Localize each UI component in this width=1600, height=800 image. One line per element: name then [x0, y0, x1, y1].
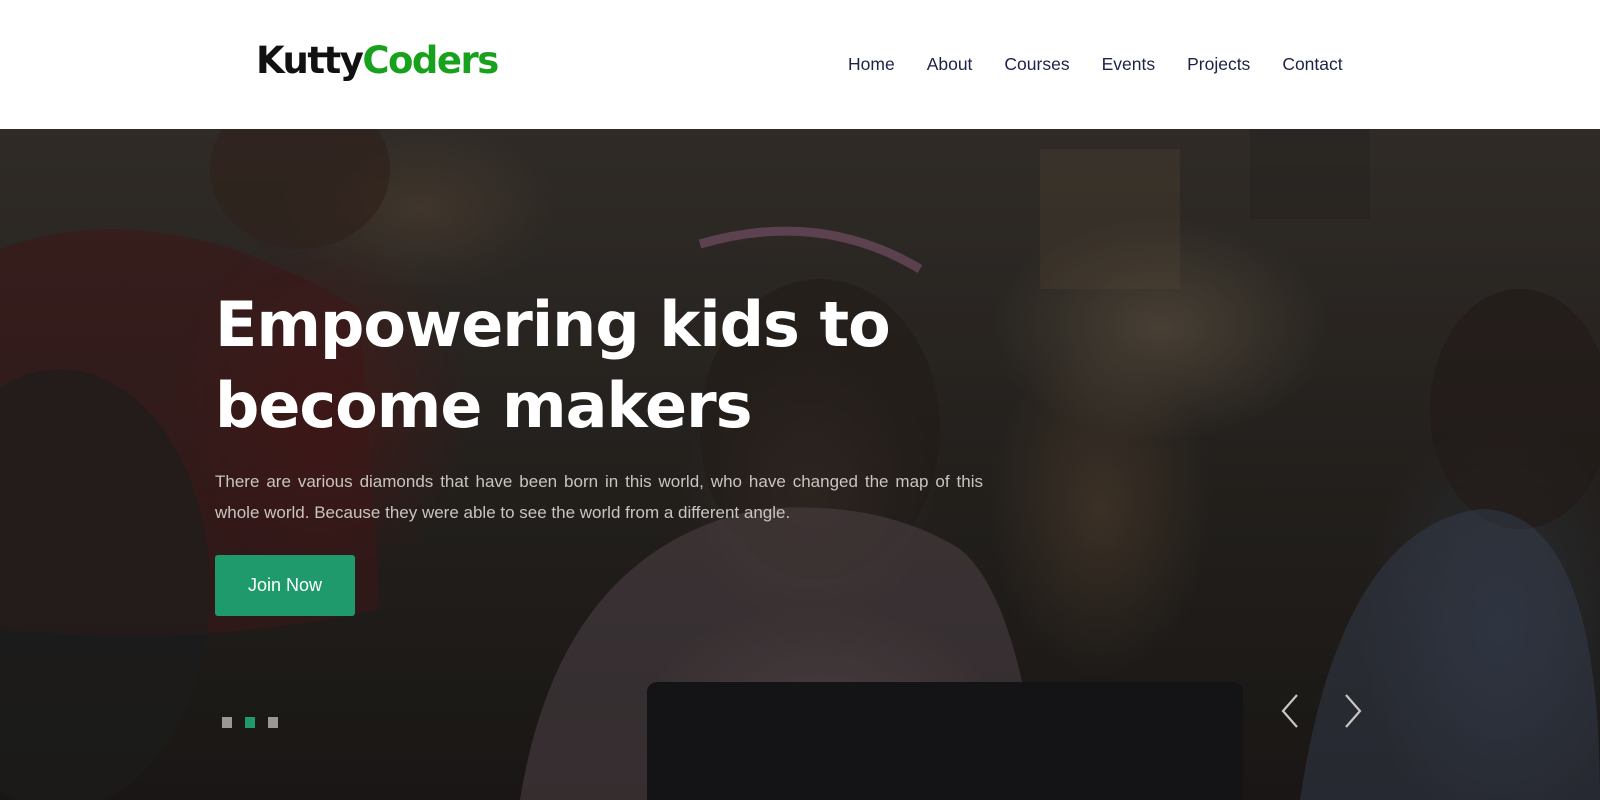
join-now-button[interactable]: Join Now — [215, 555, 355, 616]
hero-content: Empowering kids to become makers There a… — [215, 284, 985, 616]
nav-item-courses[interactable]: Courses — [1004, 50, 1069, 78]
main-nav: Home About Courses Events Projects Conta… — [848, 50, 1343, 78]
nav-item-events[interactable]: Events — [1102, 50, 1156, 78]
slider-dot-2[interactable] — [245, 717, 255, 728]
laptop-image — [647, 682, 1243, 800]
chevron-right-icon — [1345, 694, 1362, 728]
nav-item-home[interactable]: Home — [848, 50, 895, 78]
slider-dot-1[interactable] — [222, 717, 232, 728]
logo-text-coders: Coders — [362, 39, 499, 82]
slider-dots — [222, 717, 278, 728]
nav-item-contact[interactable]: Contact — [1282, 50, 1342, 78]
hero-description: There are various diamonds that have bee… — [215, 472, 983, 522]
site-logo[interactable]: KuttyCoders — [256, 36, 499, 86]
hero-slider: Empowering kids to become makers There a… — [0, 129, 1600, 800]
hero-title-line1: Empowering kids to — [215, 288, 891, 361]
chevron-left-icon — [1281, 694, 1298, 728]
nav-item-projects[interactable]: Projects — [1187, 50, 1250, 78]
hero-title-line2: become makers — [215, 369, 753, 442]
nav-item-about[interactable]: About — [927, 50, 973, 78]
site-header: KuttyCoders Home About Courses Events Pr… — [0, 0, 1600, 129]
slider-next-button[interactable] — [1338, 691, 1368, 731]
hero-title: Empowering kids to become makers — [215, 284, 985, 446]
slider-prev-button[interactable] — [1275, 691, 1305, 731]
logo-text-kutty: Kutty — [256, 39, 364, 82]
slider-dot-3[interactable] — [268, 717, 278, 728]
